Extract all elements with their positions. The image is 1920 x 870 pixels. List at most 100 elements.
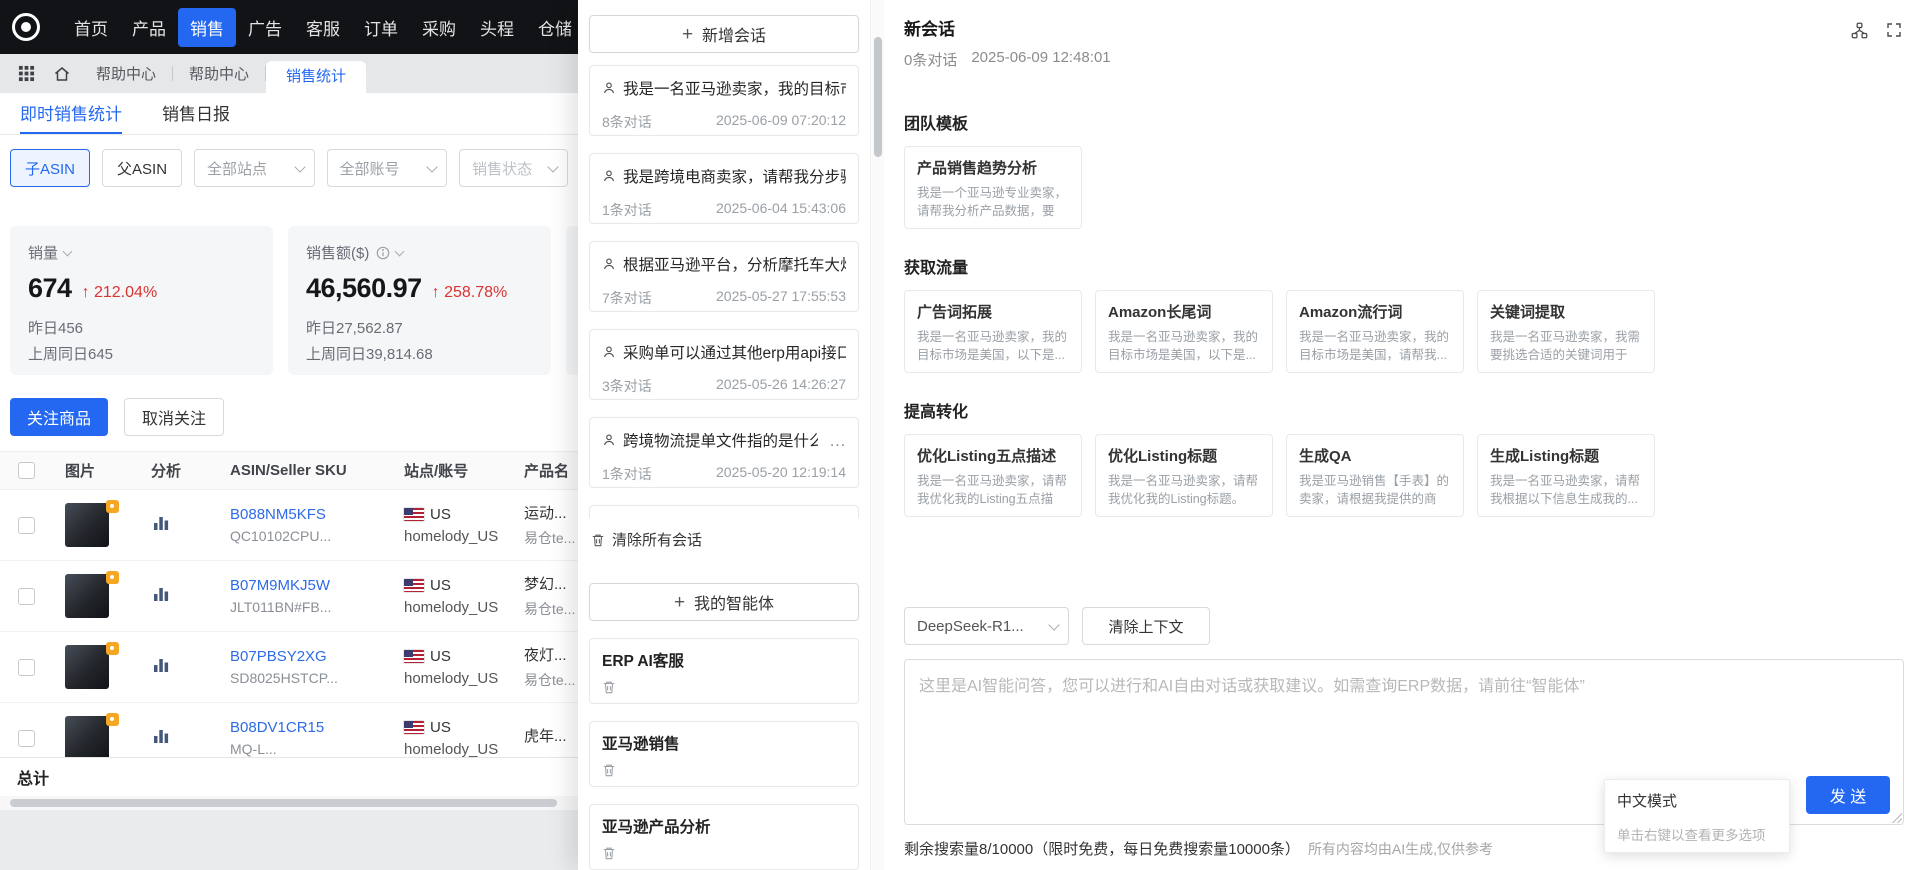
- follow-product-button[interactable]: 关注商品: [10, 398, 109, 436]
- bar-chart-icon[interactable]: [151, 655, 171, 675]
- vertical-scrollbar[interactable]: [870, 0, 884, 870]
- row-checkbox[interactable]: [17, 516, 35, 534]
- status-select[interactable]: 销售状态: [459, 149, 568, 187]
- template-card[interactable]: Amazon流行词 我是一名亚马逊卖家，我的目标市场是美国，请帮我...: [1286, 290, 1464, 373]
- template-card[interactable]: 关键词提取 我是一名亚马逊卖家，我需要挑选合适的关键词用于广...: [1477, 290, 1655, 373]
- row-checkbox[interactable]: [17, 587, 35, 605]
- stat-lastweek: 上周同日39,814.68: [306, 346, 433, 363]
- agent-item[interactable]: 亚马逊产品分析: [589, 804, 859, 870]
- stat-label[interactable]: 销售额($): [306, 242, 533, 263]
- horizontal-scrollbar-thumb[interactable]: [10, 799, 557, 807]
- session-item[interactable]: 采购单可以通过其他erp用api接口 3条对话 2025-05-26 14:26…: [589, 329, 859, 400]
- header-image: 图片: [65, 463, 96, 480]
- trash-icon[interactable]: [602, 763, 616, 777]
- context-menu-item-chinese-mode[interactable]: 中文模式: [1617, 790, 1777, 811]
- tab-realtime-stats[interactable]: 即时销售统计: [20, 93, 122, 134]
- header-site: 站点/账号: [404, 463, 469, 480]
- agents-network-icon[interactable]: [1851, 22, 1868, 39]
- agent-title: 亚马逊销售: [602, 736, 680, 753]
- agent-item[interactable]: 亚马逊销售: [589, 721, 859, 787]
- product-image[interactable]: [65, 642, 119, 689]
- asin-link[interactable]: B07PBSY2XG: [230, 648, 396, 665]
- resize-handle[interactable]: [1890, 811, 1902, 823]
- app-logo-icon[interactable]: [12, 13, 40, 41]
- session-item[interactable]: 跨境物流提单文件指的是什么 … 1条对话 2025-05-20 12:19:14: [589, 417, 859, 488]
- session-title: 我是跨境电商卖家，请帮我分步骤: [623, 169, 846, 186]
- send-button[interactable]: 发 送: [1806, 776, 1890, 814]
- model-select[interactable]: DeepSeek-R1...: [904, 607, 1069, 645]
- session-item[interactable]: 我是一名亚马逊卖家，我的目标市 8条对话 2025-06-09 07:20:12: [589, 65, 859, 136]
- more-icon[interactable]: …: [829, 432, 846, 449]
- product-source: 易仓te...: [524, 530, 576, 546]
- session-item[interactable]: 根据亚马逊平台，分析摩托车大灯 7条对话 2025-05-27 17:55:53: [589, 241, 859, 312]
- expand-icon[interactable]: [1886, 22, 1902, 39]
- template-card[interactable]: 生成Listing标题 我是一名亚马逊卖家，请帮我根据以下信息生成我的...: [1477, 434, 1655, 517]
- sku-text: SD8025HSTCP...: [230, 670, 338, 686]
- stat-label[interactable]: 销量: [28, 242, 255, 263]
- row-checkbox[interactable]: [17, 658, 35, 676]
- select-all-checkbox[interactable]: [17, 462, 35, 479]
- site-select[interactable]: 全部站点: [194, 149, 315, 187]
- us-flag-icon: [404, 578, 424, 592]
- product-image[interactable]: [65, 713, 119, 760]
- parent-asin-toggle[interactable]: 父ASIN: [102, 149, 183, 187]
- session-item-partial[interactable]: [589, 505, 859, 518]
- template-card[interactable]: 优化Listing标题 我是一名亚马逊卖家，请帮我优化我的Listing标题。要…: [1095, 434, 1273, 517]
- bar-chart-icon[interactable]: [151, 584, 171, 604]
- trash-icon: [591, 533, 605, 547]
- asin-link[interactable]: B088NM5KFS: [230, 506, 396, 523]
- user-icon: [602, 169, 616, 183]
- toolbar-tab-sales-stats[interactable]: 销售统计: [266, 61, 367, 93]
- bar-chart-icon[interactable]: [151, 726, 171, 746]
- session-count: 1条对话: [602, 466, 652, 482]
- bar-chart-icon[interactable]: [151, 513, 171, 533]
- product-name: 夜灯...: [524, 647, 567, 664]
- nav-service[interactable]: 客服: [294, 8, 352, 47]
- vertical-scrollbar-thumb[interactable]: [874, 37, 882, 157]
- account-name: homelody_US: [404, 669, 499, 687]
- template-card[interactable]: 生成QA 我是亚马逊销售【手表】的卖家，请根据我提供的商品...: [1286, 434, 1464, 517]
- unfollow-button[interactable]: 取消关注: [124, 398, 225, 436]
- product-image[interactable]: [65, 500, 119, 547]
- nav-sales[interactable]: 销售: [178, 7, 236, 47]
- new-session-button[interactable]: + 新增会话: [589, 15, 859, 53]
- nav-home[interactable]: 首页: [62, 8, 120, 47]
- template-card-title: 优化Listing标题: [1108, 448, 1218, 465]
- nav-orders[interactable]: 订单: [352, 8, 410, 47]
- template-card[interactable]: 优化Listing五点描述 我是一名亚马逊卖家，请帮我优化我的Listing五点…: [904, 434, 1082, 517]
- template-card[interactable]: 广告词拓展 我是一名亚马逊卖家，我的目标市场是美国，以下是...: [904, 290, 1082, 373]
- clear-all-sessions-button[interactable]: 清除所有会话: [589, 529, 859, 550]
- asin-link[interactable]: B07M9MKJ5W: [230, 577, 396, 594]
- template-card[interactable]: 产品销售趋势分析 我是一个亚马逊专业卖家，请帮我分析产品数据，要有...: [904, 146, 1082, 229]
- tab-daily-report[interactable]: 销售日报: [162, 93, 230, 134]
- status-select-value: 销售状态: [472, 160, 533, 178]
- account-select[interactable]: 全部账号: [326, 149, 448, 187]
- template-card[interactable]: Amazon长尾词 我是一名亚马逊卖家，我的目标市场是美国，以下是...: [1095, 290, 1273, 373]
- toolbar-tab-help-2[interactable]: 帮助中心: [173, 63, 265, 84]
- apps-grid-icon[interactable]: [8, 65, 44, 82]
- toolbar-tab-help-1[interactable]: 帮助中心: [80, 63, 172, 84]
- home-icon[interactable]: [44, 65, 80, 83]
- nav-products[interactable]: 产品: [120, 8, 178, 47]
- product-image[interactable]: [65, 571, 119, 618]
- child-asin-toggle[interactable]: 子ASIN: [10, 149, 91, 187]
- asin-link[interactable]: B08DV1CR15: [230, 719, 396, 736]
- chevron-down-icon: [426, 160, 438, 173]
- horizontal-scrollbar[interactable]: [0, 796, 578, 810]
- agent-item[interactable]: ERP AI客服: [589, 638, 859, 704]
- nav-firstleg[interactable]: 头程: [468, 8, 526, 47]
- sku-text: QC10102CPU...: [230, 528, 332, 544]
- session-time: 2025-05-26 14:26:27: [716, 376, 846, 392]
- stats-cards: 销量 674 ↑ 212.04% 昨日456 上周同日645 销售额($) 46…: [0, 196, 578, 375]
- my-agents-button[interactable]: + 我的智能体: [589, 583, 859, 621]
- nav-ads[interactable]: 广告: [236, 8, 294, 47]
- trash-icon[interactable]: [602, 846, 616, 860]
- row-checkbox[interactable]: [17, 729, 35, 747]
- session-item[interactable]: 我是跨境电商卖家，请帮我分步骤 1条对话 2025-06-04 15:43:06: [589, 153, 859, 224]
- chat-title: 新会话: [904, 20, 955, 39]
- nav-purchase[interactable]: 采购: [410, 8, 468, 47]
- template-card-title: 生成Listing标题: [1490, 448, 1600, 465]
- trash-icon[interactable]: [602, 680, 616, 694]
- nav-warehouse[interactable]: 仓储: [526, 8, 578, 47]
- clear-context-button[interactable]: 清除上下文: [1082, 607, 1210, 645]
